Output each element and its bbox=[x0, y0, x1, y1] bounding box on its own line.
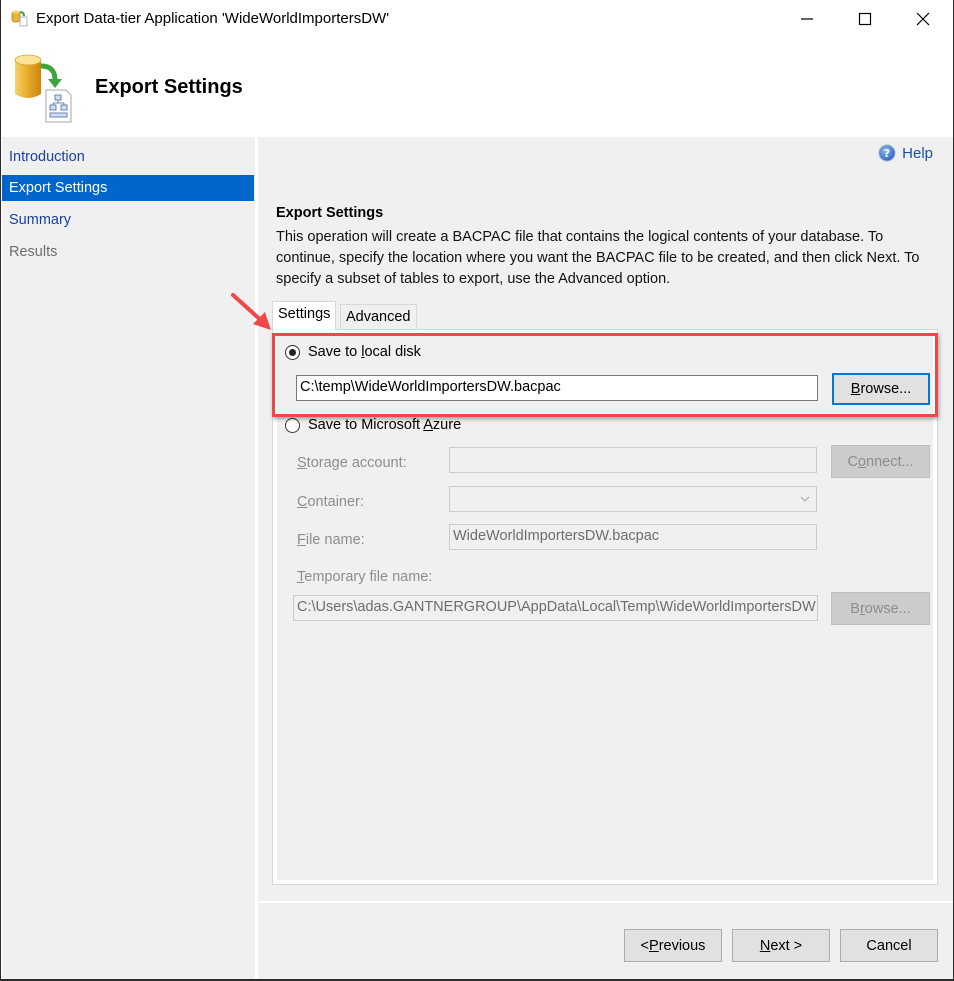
dacpac-export-icon bbox=[11, 10, 28, 27]
window-title: Export Data-tier Application 'WideWorldI… bbox=[36, 10, 390, 27]
cancel-button[interactable]: Cancel bbox=[840, 929, 938, 962]
help-link[interactable]: ? Help bbox=[878, 144, 933, 162]
temporary-file-name-label: Temporary file name: bbox=[297, 569, 433, 585]
next-button[interactable]: Next > bbox=[732, 929, 830, 962]
save-to-azure-label: Save to Microsoft Azure bbox=[308, 417, 462, 433]
save-to-azure-radio[interactable]: Save to Microsoft Azure bbox=[285, 417, 461, 433]
tab-settings[interactable]: Settings bbox=[272, 301, 337, 330]
section-title: Export Settings bbox=[276, 205, 384, 221]
sidebar-item-export-settings[interactable]: Export Settings bbox=[2, 175, 254, 201]
radio-azure-indicator[interactable] bbox=[285, 417, 300, 433]
title-bar: Export Data-tier Application 'WideWorldI… bbox=[1, 0, 953, 38]
annotation-arrow-icon bbox=[231, 293, 271, 330]
azure-file-name-input[interactable]: WideWorldImportersDW.bacpac bbox=[449, 524, 817, 550]
container-label: Container: bbox=[297, 494, 364, 510]
previous-button[interactable]: < Previous bbox=[624, 929, 722, 962]
save-to-local-disk-label: Save to local disk bbox=[308, 344, 421, 360]
storage-account-label: Storage account: bbox=[297, 455, 407, 471]
sidebar-item-summary[interactable]: Summary bbox=[2, 207, 254, 233]
tab-advanced[interactable]: Advanced bbox=[340, 304, 417, 329]
radio-local-disk-indicator[interactable] bbox=[285, 344, 300, 360]
minimize-icon bbox=[801, 18, 813, 20]
temporary-file-name-input[interactable]: C:\Users\adas.GANTNERGROUP\AppData\Local… bbox=[293, 595, 818, 621]
close-icon bbox=[916, 12, 930, 26]
wizard-footer: < Previous Next > Cancel bbox=[258, 903, 953, 979]
maximize-icon bbox=[858, 12, 872, 26]
storage-account-input[interactable] bbox=[449, 447, 817, 473]
minimize-button[interactable] bbox=[778, 0, 836, 38]
chevron-down-icon bbox=[800, 496, 810, 502]
container-select[interactable] bbox=[449, 486, 817, 512]
wizard-steps-sidebar: Introduction Export Settings Summary Res… bbox=[2, 137, 255, 979]
browse-local-button[interactable]: Browse... bbox=[832, 373, 930, 405]
save-to-local-disk-radio[interactable]: Save to local disk bbox=[285, 344, 421, 360]
file-name-label: File name: bbox=[297, 532, 365, 548]
help-label: Help bbox=[902, 144, 933, 162]
export-data-tier-dialog: Export Data-tier Application 'WideWorldI… bbox=[0, 0, 954, 981]
database-export-icon bbox=[14, 54, 72, 123]
section-description: This operation will create a BACPAC file… bbox=[276, 229, 920, 287]
local-file-path-input[interactable]: C:\temp\WideWorldImportersDW.bacpac bbox=[296, 375, 818, 401]
close-button[interactable] bbox=[894, 0, 952, 38]
wizard-header: Export Settings bbox=[1, 38, 953, 137]
main-panel: ? Help Export Settings This operation wi… bbox=[258, 137, 953, 901]
connect-button[interactable]: Co nnect... bbox=[831, 445, 930, 478]
browse-temp-button[interactable]: Br owse... bbox=[831, 592, 930, 625]
sidebar-item-results: Results bbox=[9, 244, 58, 260]
sidebar-item-introduction[interactable]: Introduction bbox=[2, 144, 254, 170]
svg-text:?: ? bbox=[884, 147, 890, 160]
page-heading: Export Settings bbox=[95, 76, 243, 98]
maximize-button[interactable] bbox=[836, 0, 894, 38]
help-icon: ? bbox=[878, 144, 896, 162]
